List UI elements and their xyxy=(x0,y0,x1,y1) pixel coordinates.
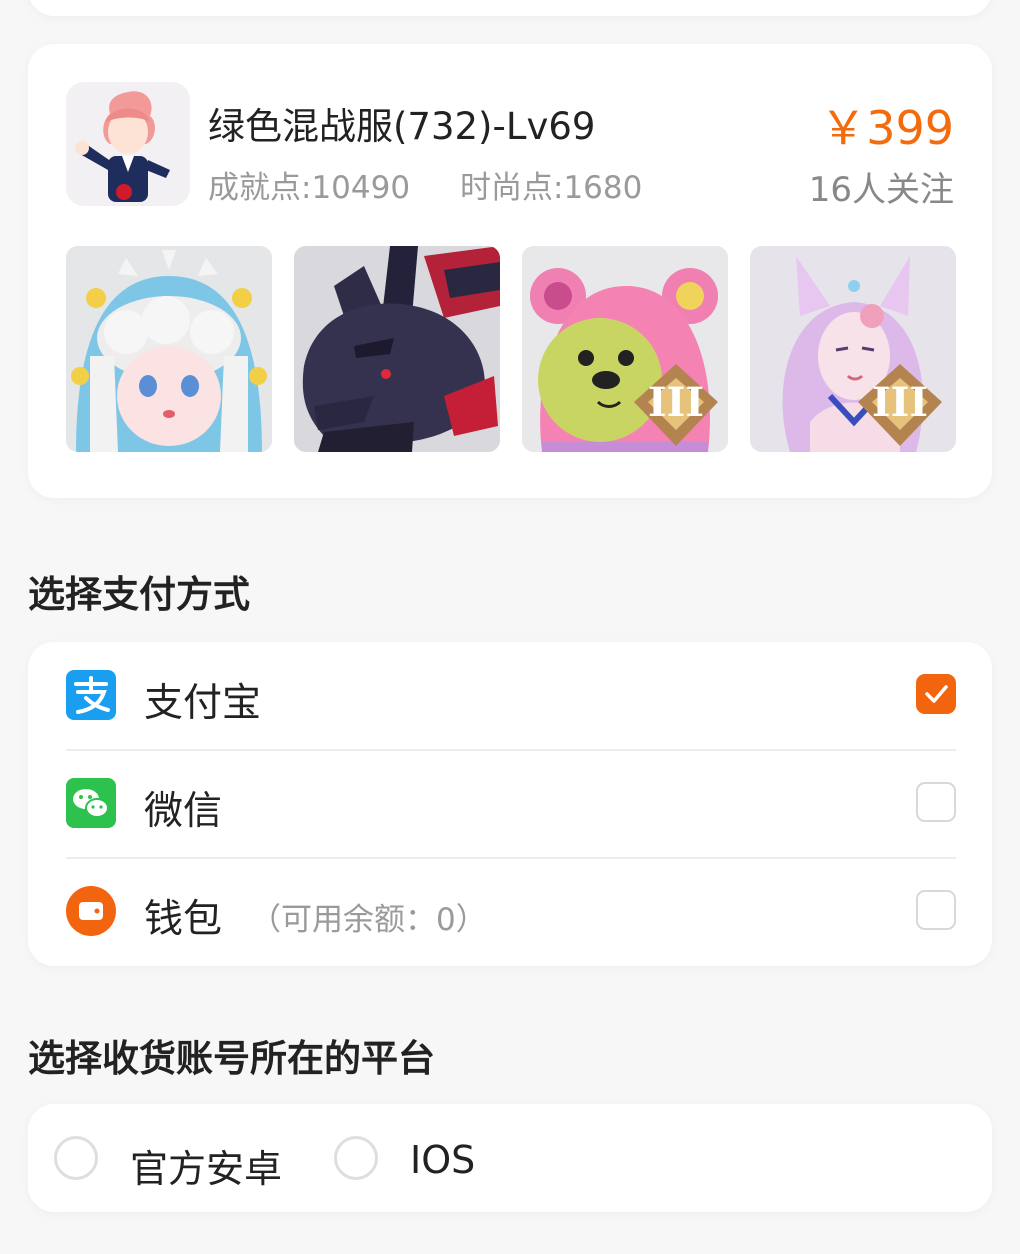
thumbnail-pink-bear[interactable]: III xyxy=(522,246,728,452)
product-card[interactable]: 绿色混战服(732)-Lv69 成就点:10490 时尚点:1680 ￥399 … xyxy=(28,44,992,498)
previous-card xyxy=(28,0,992,16)
followers-count: 16人关注 xyxy=(808,170,954,210)
wallet-checkbox[interactable] xyxy=(916,890,956,930)
payment-label-alipay: 支付宝 xyxy=(144,681,262,726)
product-price: ￥399 xyxy=(820,101,954,155)
product-avatar xyxy=(66,82,190,206)
wechat-checkbox[interactable] xyxy=(916,782,956,822)
wechat-icon xyxy=(66,778,116,828)
radio-ios[interactable] xyxy=(334,1136,378,1180)
wallet-icon xyxy=(66,886,116,936)
product-title: 绿色混战服(732)-Lv69 xyxy=(208,105,596,148)
wallet-balance: （可用余额：0） xyxy=(250,902,487,938)
payment-option-alipay[interactable]: 支付宝 xyxy=(66,642,956,750)
payment-option-wallet[interactable]: 钱包 （可用余额：0） xyxy=(66,858,956,966)
platform-label-android[interactable]: 官方安卓 xyxy=(130,1138,282,1193)
thumbnail-cloud-hair-doll[interactable] xyxy=(66,246,272,452)
payment-option-wechat[interactable]: 微信 xyxy=(66,750,956,858)
thumbnail-dark-dragon[interactable] xyxy=(294,246,500,452)
payment-section-title: 选择支付方式 xyxy=(28,573,250,616)
svg-text:III: III xyxy=(872,379,928,426)
payment-label-wechat: 微信 xyxy=(144,789,223,834)
svg-text:III: III xyxy=(648,379,704,426)
payment-options-card: 支付宝 微信 钱包 （可用余额：0） xyxy=(28,642,992,966)
achievement-points: 成就点:10490 xyxy=(208,170,411,206)
thumbnail-gallery: III III xyxy=(66,246,956,452)
platform-options-card: 官方安卓 IOS xyxy=(28,1104,992,1212)
alipay-checkbox[interactable] xyxy=(916,674,956,714)
platform-label-ios[interactable]: IOS xyxy=(410,1138,475,1182)
platform-section-title: 选择收货账号所在的平台 xyxy=(28,1037,435,1080)
fashion-points: 时尚点:1680 xyxy=(460,170,643,206)
payment-label-wallet: 钱包 xyxy=(144,897,223,942)
alipay-icon xyxy=(66,670,116,720)
radio-official-android[interactable] xyxy=(54,1136,98,1180)
thumbnail-fox-spirit[interactable]: III xyxy=(750,246,956,452)
